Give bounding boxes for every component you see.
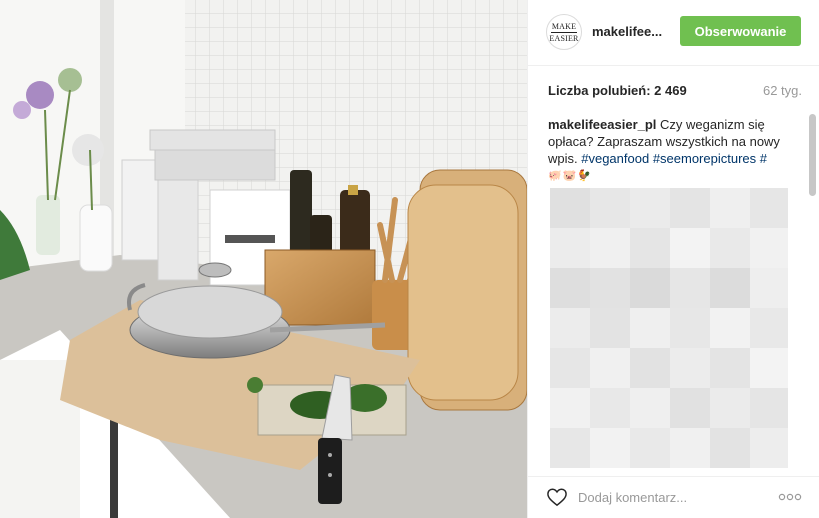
avatar-text-line2: EASIER <box>549 33 579 43</box>
pixelated-comments-block <box>550 188 788 468</box>
likes-count[interactable]: Liczba polubień: 2 469 <box>548 83 687 98</box>
post-photo[interactable] <box>0 0 527 518</box>
more-options-icon[interactable] <box>778 493 802 501</box>
post-side-panel: MAKE EASIER makelifee... Obserwowanie Li… <box>527 0 819 518</box>
caption: makelifeeasier_pl Czy weganizm się opłac… <box>548 116 798 167</box>
caption-emojis: 🐖🐷🐓 <box>548 170 593 182</box>
stats-row: Liczba polubień: 2 469 62 tyg. <box>548 83 802 101</box>
avatar-text-line1: MAKE <box>551 21 577 31</box>
comments-scrollbar[interactable] <box>809 114 816 196</box>
hashtag-link[interactable]: # <box>760 151 767 166</box>
post-header: MAKE EASIER makelifee... Obserwowanie <box>528 0 819 66</box>
avatar-divider <box>551 31 577 33</box>
avatar[interactable]: MAKE EASIER <box>546 14 582 50</box>
hashtag-link[interactable]: #seemorepictures <box>653 151 756 166</box>
post-timestamp[interactable]: 62 tyg. <box>763 83 802 98</box>
hashtag-link[interactable]: #veganfood <box>581 151 649 166</box>
following-button[interactable]: Obserwowanie <box>680 16 801 46</box>
heart-outline-icon[interactable] <box>546 487 568 507</box>
instagram-post-view: MAKE EASIER makelifee... Obserwowanie Li… <box>0 0 819 518</box>
kitchen-photo-image <box>0 0 527 518</box>
username-link[interactable]: makelifee... <box>592 24 672 39</box>
post-footer <box>528 476 819 518</box>
caption-username[interactable]: makelifeeasier_pl <box>548 117 656 132</box>
comment-input[interactable] <box>578 487 758 507</box>
comments-area: makelifeeasier_pl Czy weganizm się opłac… <box>548 116 798 468</box>
